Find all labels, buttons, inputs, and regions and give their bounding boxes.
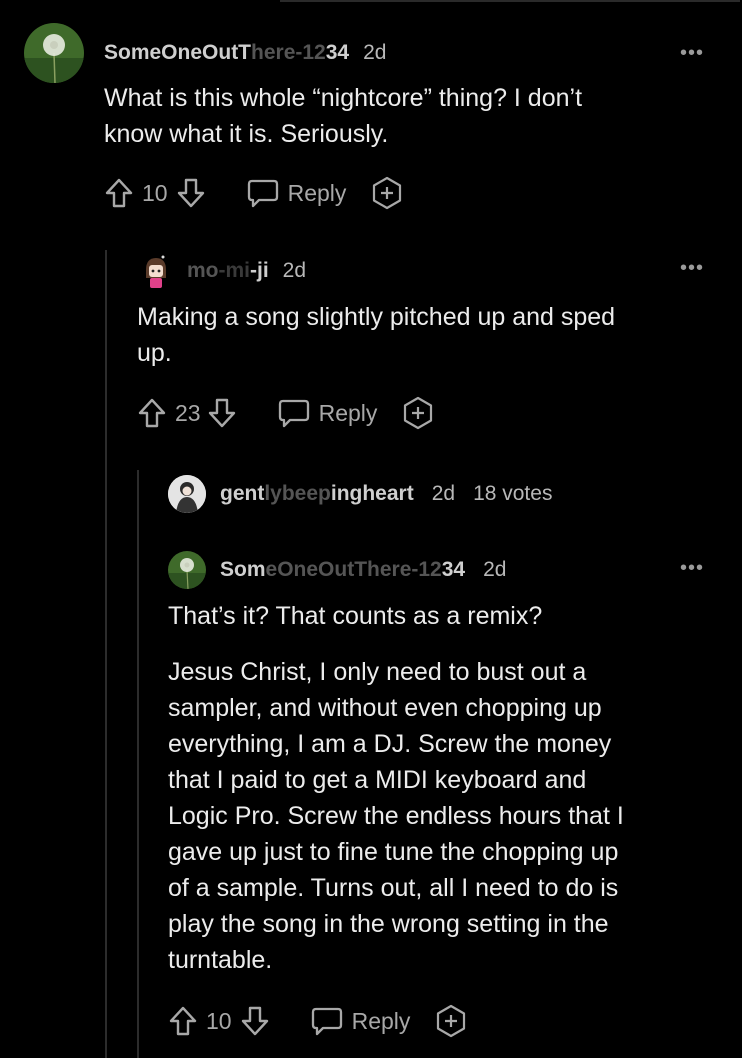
dandelion-avatar[interactable] — [168, 551, 206, 589]
thread-line-1 — [105, 250, 107, 1058]
comment-age: 2d — [483, 558, 507, 581]
comment-age: 2d — [363, 41, 387, 64]
comment-actions: 10 Reply — [168, 1004, 468, 1038]
award-icon[interactable] — [401, 396, 435, 430]
comment-header: gentlybeepingheart 2d 18 votes — [168, 475, 552, 513]
comment-header: SomeOneOutThere-1234 2d — [24, 23, 386, 83]
reply-button[interactable]: Reply — [246, 178, 347, 208]
comment-age: 2d — [282, 259, 307, 282]
reply-label: Reply — [287, 179, 347, 206]
upvote-icon[interactable] — [137, 397, 167, 429]
upvote-icon[interactable] — [168, 1005, 198, 1037]
dandelion-avatar[interactable] — [24, 23, 84, 83]
username[interactable]: mo-mi-ji — [187, 259, 269, 283]
comment-age: 2d — [431, 482, 456, 505]
upvote-icon[interactable] — [104, 177, 134, 209]
vote-count: 23 — [175, 399, 201, 426]
reply-bubble-icon — [311, 1007, 342, 1036]
thread-line-2 — [137, 470, 139, 1058]
top-divider — [280, 0, 740, 2]
reply-label: Reply — [318, 399, 378, 426]
comment-actions: 23 Reply — [137, 396, 435, 430]
more-options-button[interactable]: ••• — [680, 558, 704, 578]
user-photo-avatar[interactable] — [168, 475, 206, 513]
reply-label: Reply — [351, 1007, 411, 1034]
comment-body: Making a song slightly pitched up and sp… — [137, 303, 616, 367]
more-options-button[interactable]: ••• — [680, 43, 704, 63]
more-options-button[interactable]: ••• — [680, 258, 704, 278]
downvote-icon[interactable] — [207, 397, 237, 429]
comment-header: mo-mi-ji 2d — [137, 252, 306, 290]
award-icon[interactable] — [434, 1004, 468, 1038]
reply-bubble-icon — [247, 179, 278, 208]
reply-button[interactable]: Reply — [277, 398, 378, 428]
reply-bubble-icon — [278, 399, 309, 428]
reply-button[interactable]: Reply — [310, 1006, 411, 1036]
comment-header: SomeOneOutThere-1234 2d — [168, 551, 506, 589]
username[interactable]: gentlybeepingheart — [220, 482, 414, 506]
comment-body: What is this whole “nightcore” thing? I … — [104, 84, 583, 148]
downvote-icon[interactable] — [176, 177, 206, 209]
username[interactable]: SomeOneOutThere-1234 — [220, 558, 465, 582]
vote-count: 10 — [206, 1007, 232, 1034]
comment-actions: 10 Reply — [104, 176, 404, 210]
award-icon[interactable] — [370, 176, 404, 210]
downvote-icon[interactable] — [240, 1005, 270, 1037]
vote-summary: 18 votes — [473, 482, 553, 505]
username[interactable]: SomeOneOutThere-1234 — [104, 41, 349, 65]
anime-avatar[interactable] — [137, 252, 175, 290]
comment-body: That’s it? That counts as a remix? Jesus… — [168, 602, 624, 974]
vote-count: 10 — [142, 179, 168, 206]
